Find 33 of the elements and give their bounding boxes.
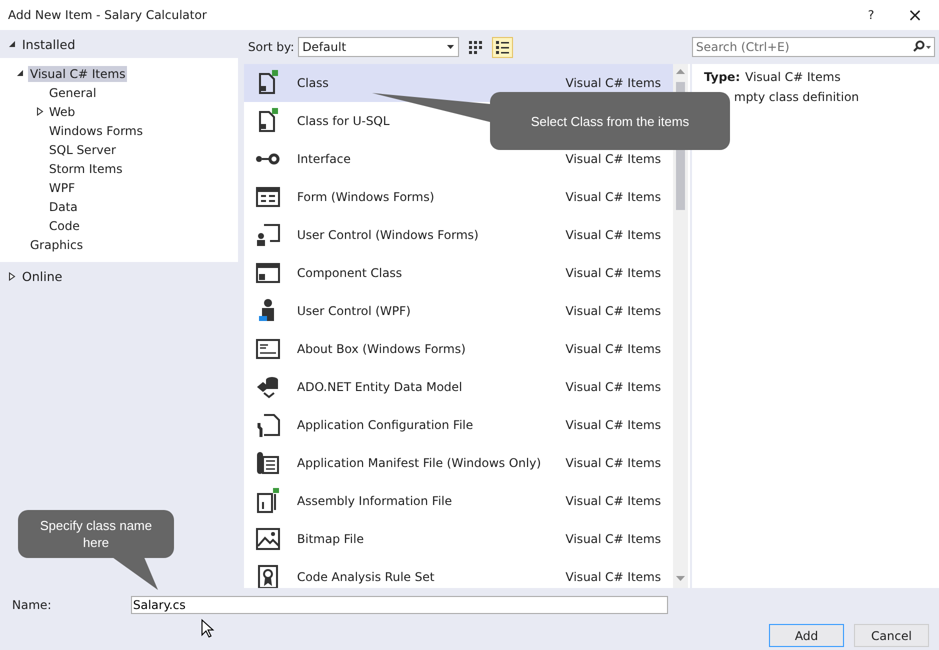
template-name: Interface: [297, 152, 351, 166]
template-category: Visual C# Items: [566, 190, 661, 204]
template-name: ADO.NET Entity Data Model: [297, 380, 462, 394]
template-category: Visual C# Items: [566, 494, 661, 508]
template-name: Class for U-SQL: [297, 114, 390, 128]
name-label: Name:: [12, 598, 52, 612]
template-category: Visual C# Items: [566, 456, 661, 470]
template-name: Application Configuration File: [297, 418, 474, 432]
template-category: Visual C# Items: [566, 228, 661, 242]
window-title: Add New Item - Salary Calculator: [8, 8, 208, 22]
template-category: Visual C# Items: [566, 532, 661, 546]
type-value: Visual C# Items: [745, 70, 841, 84]
template-name: About Box (Windows Forms): [297, 342, 466, 356]
template-category: Visual C# Items: [566, 266, 661, 280]
template-name: Application Manifest File (Windows Only): [297, 456, 542, 470]
template-name: User Control (WPF): [297, 304, 411, 318]
type-label: Type:: [704, 70, 740, 84]
template-name: Code Analysis Rule Set: [297, 570, 434, 584]
template-category: Visual C# Items: [566, 152, 661, 166]
template-category: Visual C# Items: [566, 304, 661, 318]
template-name: Class: [297, 76, 329, 90]
template-name: Assembly Information File: [297, 494, 452, 508]
template-name: Bitmap File: [297, 532, 364, 546]
template-name: Form (Windows Forms): [297, 190, 434, 204]
template-name: User Control (Windows Forms): [297, 228, 479, 242]
template-category: Visual C# Items: [566, 380, 661, 394]
template-category: Visual C# Items: [566, 342, 661, 356]
template-category: Visual C# Items: [566, 76, 661, 90]
sort-label: Sort by:: [248, 40, 294, 54]
template-name: Component Class: [297, 266, 402, 280]
template-category: Visual C# Items: [566, 570, 661, 584]
item-description: mpty class definition: [733, 90, 860, 104]
template-category: Visual C# Items: [566, 418, 661, 432]
